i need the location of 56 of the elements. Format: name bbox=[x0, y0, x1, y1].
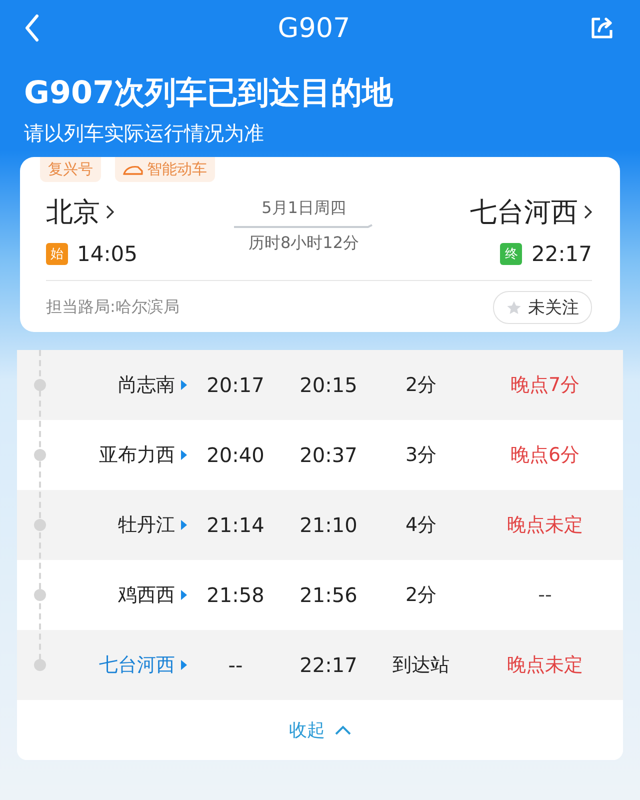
delay-cell-text: 晚点未定 bbox=[506, 513, 584, 538]
departure-station[interactable]: 北京 bbox=[46, 194, 138, 230]
train-tag: 复兴号 bbox=[40, 157, 101, 182]
railway-bureau: 担当路局:哈尔滨局 bbox=[46, 297, 180, 318]
stop-row[interactable]: 牡丹江 21:14 21:10 4分 晚点未定 bbox=[17, 490, 623, 560]
arrival-time: 22:17 bbox=[531, 242, 592, 266]
train-tag: 智能动车 bbox=[115, 157, 215, 182]
arrival-cell-text: 20:17 bbox=[206, 373, 266, 397]
start-badge: 始 bbox=[46, 243, 68, 265]
play-icon bbox=[181, 520, 187, 530]
train-icon bbox=[123, 164, 143, 174]
departure-time: 14:05 bbox=[77, 242, 138, 266]
departure-cell-text: 20:15 bbox=[298, 373, 358, 397]
arrival-cell-text: 20:40 bbox=[206, 443, 266, 467]
stop-row[interactable]: 亚布力西 20:40 20:37 3分 晚点6分 bbox=[17, 420, 623, 490]
status-headline: G907次列车已到达目的地 bbox=[24, 74, 394, 113]
stay-cell-text: 到达站 bbox=[392, 653, 450, 678]
travel-duration: 历时8小时12分 bbox=[248, 233, 360, 254]
departure-cell-text: 21:10 bbox=[298, 513, 358, 537]
play-icon bbox=[181, 590, 187, 600]
departure-cell-text: 21:56 bbox=[298, 583, 358, 607]
caret-icon bbox=[335, 725, 351, 735]
chevron-icon bbox=[106, 205, 114, 219]
stop-station[interactable]: 尚志南 bbox=[17, 372, 187, 398]
stop-row[interactable]: 鸡西西 21:58 21:56 2分 -- bbox=[17, 560, 623, 630]
arrival-cell-text: -- bbox=[227, 653, 244, 677]
stay-cell-text: 4分 bbox=[404, 513, 438, 538]
departure-cell-text: 22:17 bbox=[298, 653, 358, 677]
delay-cell-text: 晚点6分 bbox=[509, 443, 581, 468]
arrival-cell-text: 21:58 bbox=[206, 583, 266, 607]
star-icon bbox=[506, 300, 522, 316]
stop-station[interactable]: 亚布力西 bbox=[17, 442, 187, 468]
status-note: 请以列车实际运行情况为准 bbox=[24, 120, 265, 147]
travel-date: 5月1日周四 bbox=[262, 198, 346, 219]
stay-cell-text: 3分 bbox=[404, 443, 438, 468]
stay-cell-text: 2分 bbox=[404, 373, 438, 398]
back-icon[interactable] bbox=[24, 14, 40, 42]
departure-cell-text: 20:37 bbox=[298, 443, 358, 467]
end-badge: 终 bbox=[500, 243, 522, 265]
stay-cell-text: 2分 bbox=[404, 583, 438, 608]
arrival-cell-text: 21:14 bbox=[206, 513, 266, 537]
play-icon bbox=[181, 450, 187, 460]
stop-station[interactable]: 牡丹江 bbox=[17, 512, 187, 538]
stop-row[interactable]: 尚志南 20:17 20:15 2分 晚点7分 bbox=[17, 350, 623, 420]
arrival-station[interactable]: 七台河西 bbox=[470, 194, 592, 230]
stop-row[interactable]: 七台河西 -- 22:17 到达站 晚点未定 bbox=[17, 630, 623, 700]
stop-station[interactable]: 鸡西西 bbox=[17, 582, 187, 608]
delay-cell-text: 晚点7分 bbox=[509, 373, 581, 398]
delay-cell-text: 晚点未定 bbox=[506, 653, 584, 678]
play-icon bbox=[181, 380, 187, 390]
follow-button[interactable]: 未关注 bbox=[493, 291, 592, 324]
stop-station[interactable]: 七台河西 bbox=[17, 652, 187, 678]
play-icon bbox=[181, 660, 187, 670]
page-title: G907 bbox=[278, 12, 350, 44]
delay-cell-text: -- bbox=[537, 584, 553, 606]
chevron-icon bbox=[584, 205, 592, 219]
